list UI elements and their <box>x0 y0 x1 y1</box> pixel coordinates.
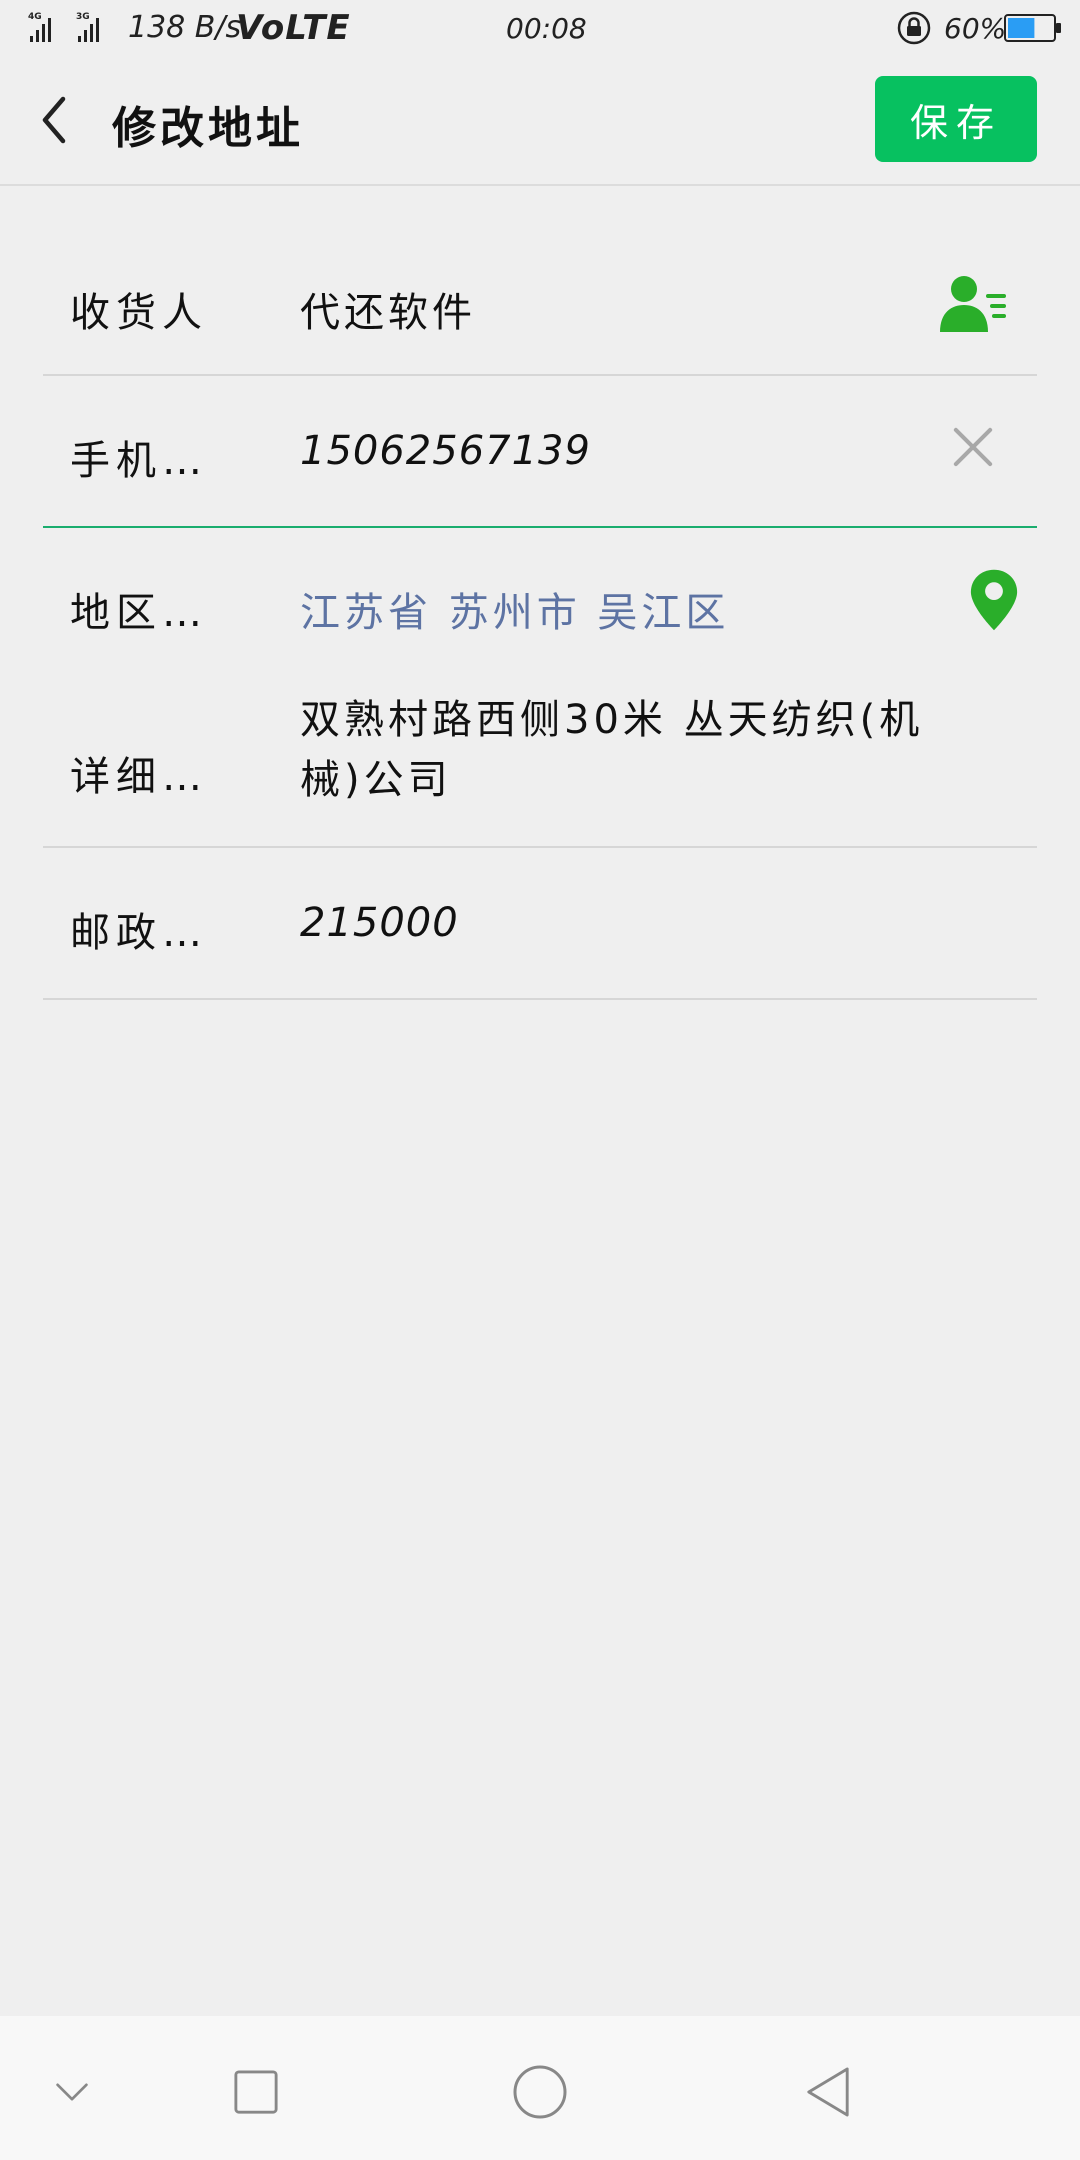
rotation-lock-icon <box>896 10 932 46</box>
form-row-detail: 详细… 双熟村路西侧30米 丛天纺织(机械)公司 <box>0 680 1080 848</box>
system-nav-bar <box>0 2016 1080 2160</box>
chevron-left-icon <box>42 96 66 144</box>
svg-text:3G: 3G <box>76 12 90 22</box>
save-button[interactable]: 保存 <box>875 76 1037 162</box>
detail-label: 详细… <box>70 754 208 800</box>
phone-label: 手机… <box>70 438 208 484</box>
address-form: 收货人 代还软件 手机… 15062567139 地区… 江苏省 苏州市 吴江区 <box>0 236 1080 1000</box>
chevron-down-icon <box>56 2083 88 2101</box>
signal-icon: 4G 3G <box>28 10 118 44</box>
phone-input[interactable]: 15062567139 <box>300 428 591 474</box>
zip-input[interactable]: 215000 <box>300 900 459 946</box>
name-label: 收货人 <box>70 290 208 336</box>
page-title: 修改地址 <box>112 103 304 154</box>
nav-recents-button[interactable] <box>216 2052 296 2132</box>
form-row-name: 收货人 代还软件 <box>0 236 1080 376</box>
zip-label: 邮政… <box>70 910 208 956</box>
location-picker-button[interactable] <box>966 564 1022 636</box>
form-row-phone: 手机… 15062567139 <box>0 376 1080 528</box>
header: 修改地址 保存 <box>0 58 1080 186</box>
detail-input[interactable]: 双熟村路西侧30米 丛天纺织(机械)公司 <box>300 690 940 810</box>
region-value[interactable]: 江苏省 苏州市 吴江区 <box>300 580 729 638</box>
clock: 00:08 <box>506 12 587 45</box>
clear-phone-button[interactable] <box>946 420 1000 474</box>
name-input[interactable]: 代还软件 <box>300 280 476 338</box>
region-label: 地区… <box>70 590 208 636</box>
back-button[interactable] <box>28 88 80 152</box>
contact-icon <box>940 276 1006 332</box>
home-icon <box>513 2065 567 2119</box>
contact-picker-button[interactable] <box>938 272 1010 336</box>
back-triangle-icon <box>807 2067 849 2117</box>
recent-apps-icon <box>234 2070 278 2114</box>
nav-home-button[interactable] <box>500 2052 580 2132</box>
divider <box>43 998 1037 1000</box>
volte-label: VoLTE <box>236 8 351 48</box>
nav-back-button[interactable] <box>788 2052 868 2132</box>
svg-text:4G: 4G <box>28 12 42 22</box>
status-bar: 4G 3G 138 B/s VoLTE 00:08 60% <box>0 0 1080 58</box>
network-speed: 138 B/s <box>128 10 242 45</box>
form-row-zip: 邮政… 215000 <box>0 848 1080 1000</box>
battery-icon <box>1004 14 1062 42</box>
nav-collapse-button[interactable] <box>32 2052 112 2132</box>
close-icon <box>953 427 993 467</box>
battery-percent: 60% <box>944 12 1007 45</box>
location-pin-icon <box>970 569 1018 631</box>
form-row-region[interactable]: 地区… 江苏省 苏州市 吴江区 <box>0 528 1080 680</box>
